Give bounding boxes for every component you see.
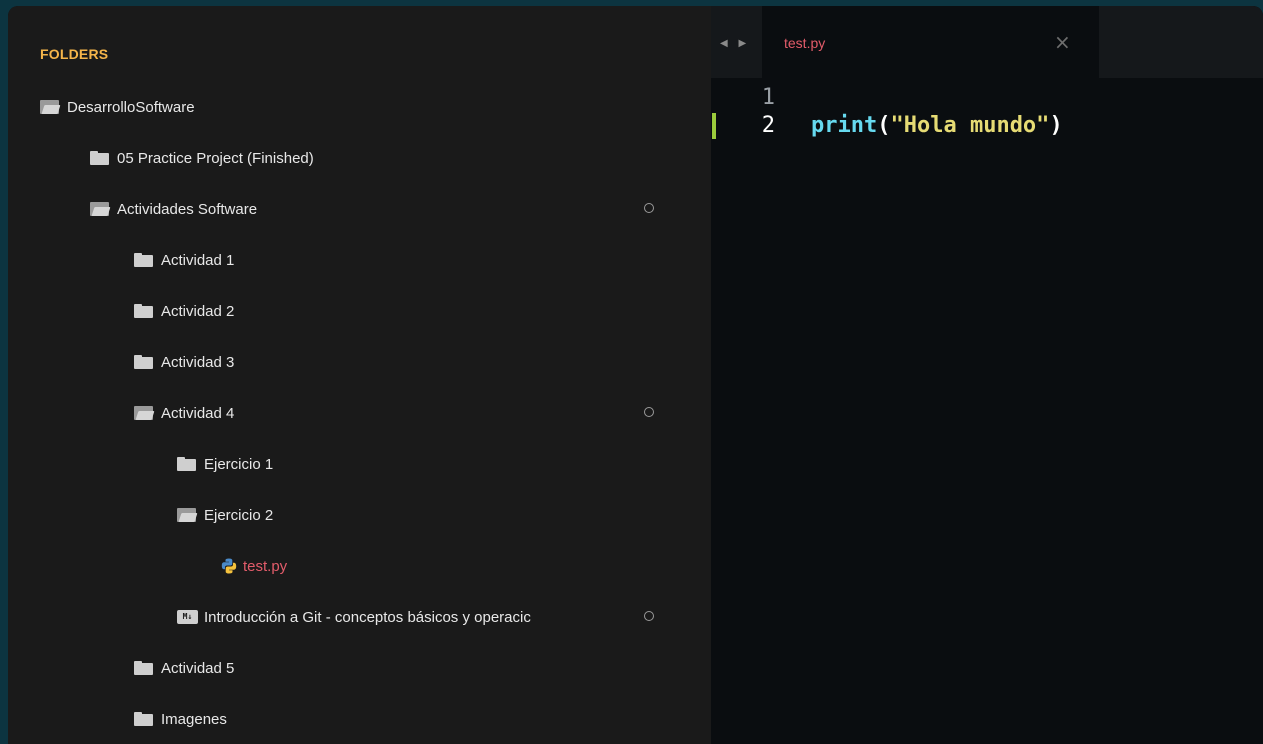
- tree-item-actividad-5[interactable]: Actividad 5: [134, 656, 234, 680]
- tree-item-label: Actividad 1: [161, 251, 235, 269]
- code-token-function: print: [811, 113, 878, 138]
- folder-icon: [134, 253, 153, 267]
- folder-icon: [134, 304, 153, 318]
- tree-item-actividad-3[interactable]: Actividad 3: [134, 350, 234, 374]
- tree-item-label: Actividad 3: [161, 353, 235, 371]
- tree-item-label: Ejercicio 2: [204, 506, 274, 524]
- modified-line-marker: [712, 113, 716, 139]
- tab-bar: ◀ ▶ test.py ×: [711, 6, 1263, 78]
- tree-item-label: test.py: [243, 557, 288, 575]
- tree-item-label: Ejercicio 1: [204, 455, 274, 473]
- close-icon[interactable]: ×: [1054, 30, 1071, 54]
- tab-nav-arrows-icon[interactable]: ◀ ▶: [720, 38, 750, 49]
- folder-open-icon: [90, 202, 109, 216]
- code-text: print("Hola mundo"): [811, 112, 1063, 140]
- tree-item-actividad-4[interactable]: Actividad 4: [134, 401, 234, 425]
- line-number: 1: [761, 85, 775, 110]
- tree-item-ejercicio-2[interactable]: Ejercicio 2: [177, 503, 273, 527]
- tree-item-label: Actividades Software: [117, 200, 258, 218]
- folder-open-icon: [40, 100, 59, 114]
- tree-item-desarrollosoftware[interactable]: DesarrolloSoftware: [40, 95, 195, 119]
- tree-item-introduccion-git[interactable]: M↓ Introducción a Git - conceptos básico…: [177, 605, 531, 629]
- tree-item-05-practice-project[interactable]: 05 Practice Project (Finished): [90, 146, 314, 170]
- folder-open-icon: [134, 406, 153, 420]
- code-token-paren: ): [1049, 113, 1063, 138]
- modified-indicator-icon: [644, 203, 654, 213]
- folder-open-icon: [177, 508, 196, 522]
- folder-icon: [134, 355, 153, 369]
- folder-icon: [177, 457, 196, 471]
- editor-pane[interactable]: ◀ ▶ test.py × 1 2 print("Hola mundo"): [711, 6, 1263, 744]
- tree-item-actividades-software[interactable]: Actividades Software: [90, 197, 257, 221]
- sidebar-header: FOLDERS: [40, 46, 109, 62]
- tree-item-label: 05 Practice Project (Finished): [117, 149, 314, 167]
- tab-test-py[interactable]: test.py ×: [762, 6, 1099, 78]
- tree-item-label: Actividad 2: [161, 302, 235, 320]
- tree-item-actividad-1[interactable]: Actividad 1: [134, 248, 234, 272]
- tree-item-label: DesarrolloSoftware: [67, 98, 195, 116]
- tree-item-test-py[interactable]: test.py: [221, 554, 287, 578]
- markdown-file-icon: M↓: [177, 610, 198, 624]
- code-line: 1: [711, 84, 1263, 112]
- tree-item-label: Actividad 5: [161, 659, 235, 677]
- app-window: FOLDERS DesarrolloSoftware 05 Practice P…: [8, 6, 1263, 744]
- folder-icon: [134, 712, 153, 726]
- folder-icon: [90, 151, 109, 165]
- line-number: 2: [761, 113, 775, 138]
- python-file-icon: [221, 558, 237, 574]
- modified-indicator-icon: [644, 611, 654, 621]
- tree-item-imagenes[interactable]: Imagenes: [134, 707, 227, 731]
- folder-icon: [134, 661, 153, 675]
- tab-label: test.py: [784, 35, 826, 51]
- sidebar: FOLDERS DesarrolloSoftware 05 Practice P…: [8, 6, 711, 744]
- tree-item-actividad-2[interactable]: Actividad 2: [134, 299, 234, 323]
- code-token-paren: (: [877, 113, 891, 138]
- tree-item-label: Imagenes: [161, 710, 227, 728]
- modified-indicator-icon: [644, 407, 654, 417]
- code-token-string: "Hola mundo": [890, 113, 1050, 138]
- tree-item-label: Introducción a Git - conceptos básicos y…: [204, 608, 531, 626]
- tree-item-label: Actividad 4: [161, 404, 235, 422]
- code-area[interactable]: 1 2 print("Hola mundo"): [711, 84, 1263, 140]
- code-line-current: 2 print("Hola mundo"): [711, 112, 1263, 140]
- tree-item-ejercicio-1[interactable]: Ejercicio 1: [177, 452, 273, 476]
